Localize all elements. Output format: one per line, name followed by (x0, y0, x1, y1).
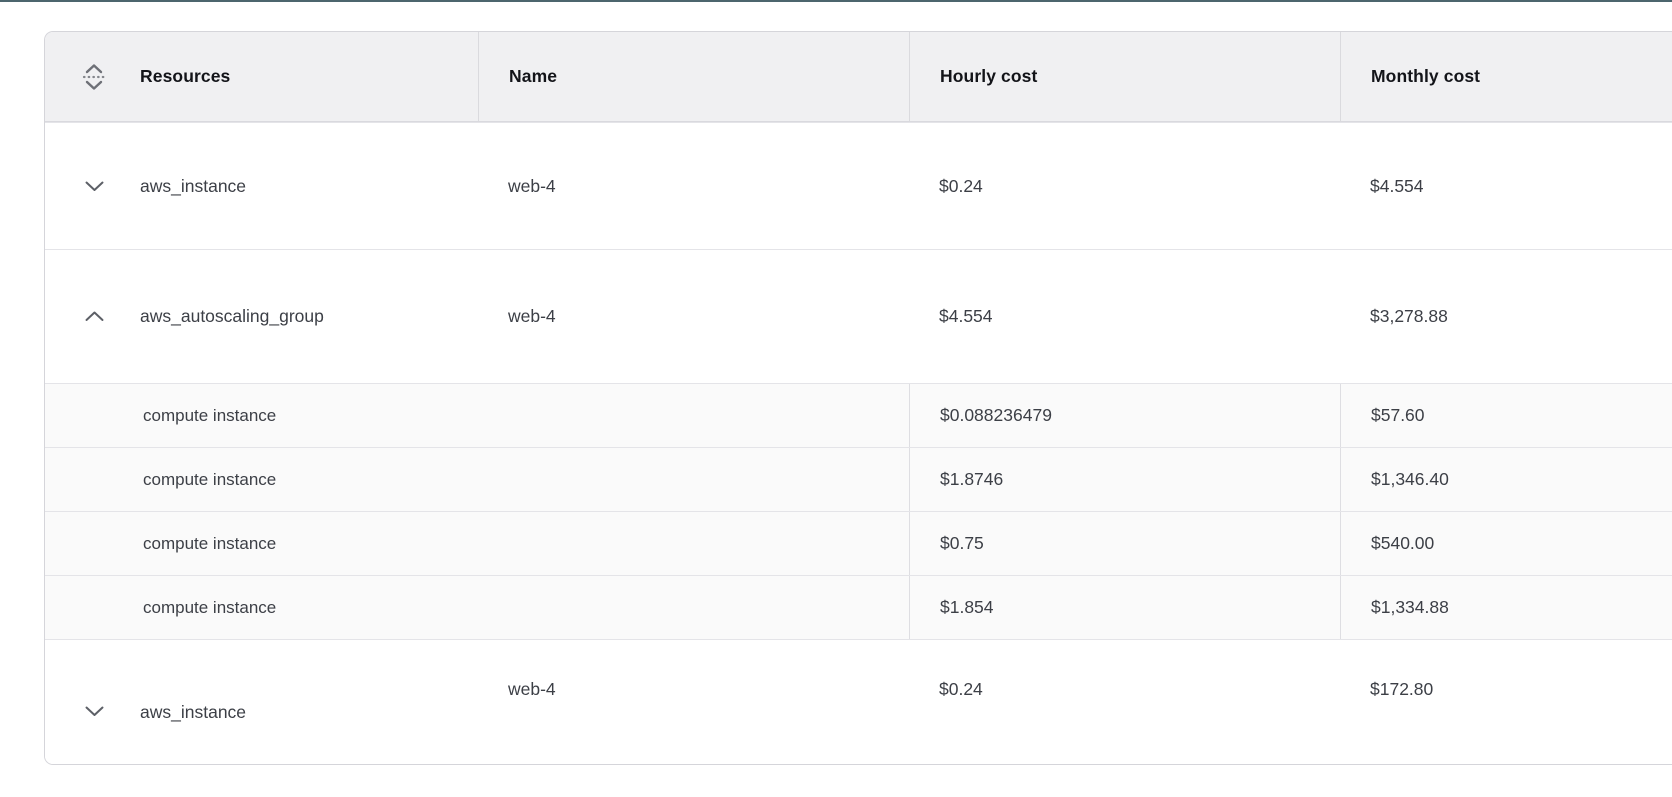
sort-vertical-icon[interactable] (81, 62, 107, 92)
resource-cell: aws_autoscaling_group (45, 250, 478, 383)
chevron-down-icon[interactable] (81, 706, 107, 717)
hourly-cost-cell: $4.554 (909, 250, 1340, 383)
table-subrow-compute-instance: compute instance $1.854 $1,334.88 (45, 575, 1672, 639)
name-cell: web-4 (478, 123, 909, 249)
hourly-cost-cell: $0.24 (909, 123, 1340, 249)
monthly-cost-cell: $3,278.88 (1340, 250, 1672, 383)
monthly-cost-cell: $57.60 (1340, 384, 1672, 447)
table-header-row: Resources Name Hourly cost Monthly cost (45, 32, 1672, 122)
resource-type: aws_instance (140, 176, 246, 197)
subresource-cell: compute instance (45, 384, 909, 447)
column-header-label: Name (509, 66, 557, 87)
hourly-cost-cell: $0.75 (909, 512, 1340, 575)
column-header-hourly-cost: Hourly cost (909, 32, 1340, 121)
hourly-cost-cell: $0.24 (909, 640, 1340, 765)
table-row-aws-instance-2[interactable]: aws_instance web-4 $0.24 $172.80 (45, 639, 1672, 765)
resource-type: aws_instance (140, 700, 246, 724)
monthly-cost-cell: $172.80 (1340, 640, 1672, 765)
resource-cell: aws_instance (45, 640, 478, 765)
name-cell: web-4 (478, 250, 909, 383)
hourly-cost-cell: $0.088236479 (909, 384, 1340, 447)
name-cell: web-4 (478, 640, 909, 765)
table-subrow-compute-instance: compute instance $0.75 $540.00 (45, 511, 1672, 575)
monthly-cost-cell: $1,334.88 (1340, 576, 1672, 639)
table-row-aws-instance-1[interactable]: aws_instance web-4 $0.24 $4.554 (45, 122, 1672, 249)
subresource-cell: compute instance (45, 512, 909, 575)
chevron-down-icon[interactable] (81, 181, 107, 192)
table-subrow-compute-instance: compute instance $1.8746 $1,346.40 (45, 447, 1672, 511)
table-row-aws-autoscaling-group[interactable]: aws_autoscaling_group web-4 $4.554 $3,27… (45, 249, 1672, 383)
column-header-name: Name (478, 32, 909, 121)
monthly-cost-cell: $540.00 (1340, 512, 1672, 575)
top-accent-bar (0, 0, 1672, 2)
hourly-cost-cell: $1.8746 (909, 448, 1340, 511)
chevron-up-icon[interactable] (81, 311, 107, 322)
column-header-resources[interactable]: Resources (45, 32, 478, 121)
column-header-label: Hourly cost (940, 66, 1037, 87)
cost-breakdown-table: Resources Name Hourly cost Monthly cost … (44, 31, 1672, 765)
column-header-label: Resources (140, 66, 230, 87)
column-header-label: Monthly cost (1371, 66, 1480, 87)
subresource-cell: compute instance (45, 448, 909, 511)
resource-cell: aws_instance (45, 123, 478, 249)
resource-type: aws_autoscaling_group (140, 306, 324, 327)
monthly-cost-cell: $1,346.40 (1340, 448, 1672, 511)
hourly-cost-cell: $1.854 (909, 576, 1340, 639)
monthly-cost-cell: $4.554 (1340, 123, 1672, 249)
table-subrow-compute-instance: compute instance $0.088236479 $57.60 (45, 383, 1672, 447)
subresource-cell: compute instance (45, 576, 909, 639)
column-header-monthly-cost: Monthly cost (1340, 32, 1672, 121)
